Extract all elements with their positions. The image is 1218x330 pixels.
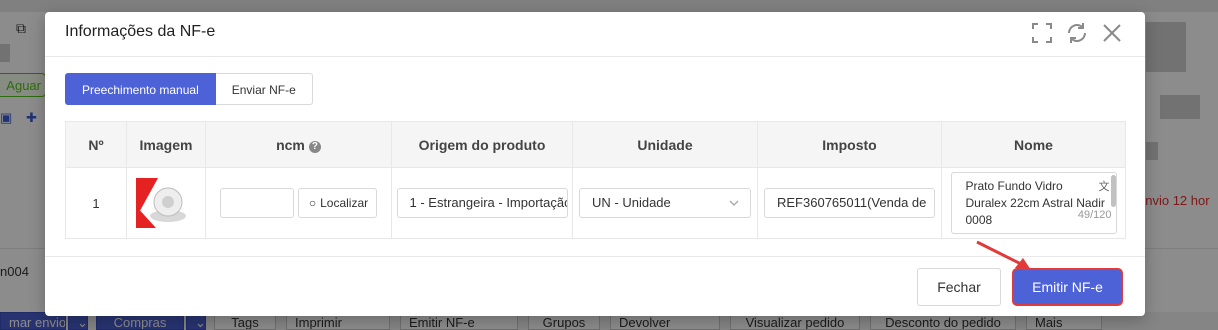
table-header-row: Nº Imagem ncm? Origem do produto Unidade… bbox=[65, 121, 1126, 168]
close-button[interactable]: Fechar bbox=[917, 268, 1001, 306]
header-unit: Unidade bbox=[572, 121, 758, 168]
ncm-input[interactable] bbox=[219, 188, 294, 218]
close-icon[interactable] bbox=[1100, 21, 1124, 45]
header-ncm: ncm? bbox=[205, 121, 392, 168]
emit-nfe-button[interactable]: Emitir NF-e bbox=[1012, 268, 1123, 306]
origin-select[interactable]: 1 - Estrangeira - Importação direta bbox=[396, 188, 568, 218]
name-textarea[interactable]: Prato Fundo Vidro Duralex 22cm Astral Na… bbox=[950, 172, 1117, 234]
nfe-info-modal: Informações da NF-e Preechimento manual … bbox=[45, 12, 1145, 316]
product-thumbnail bbox=[136, 178, 196, 228]
translate-icon[interactable]: 文 bbox=[1099, 179, 1110, 196]
header-origin: Origem do produto bbox=[391, 121, 573, 168]
refresh-icon[interactable] bbox=[1065, 21, 1089, 45]
modal-header: Informações da NF-e bbox=[45, 12, 1145, 57]
char-count: 49/120 bbox=[1077, 207, 1112, 224]
header-tax: Imposto bbox=[757, 121, 942, 168]
product-table: Nº Imagem ncm? Origem do produto Unidade… bbox=[65, 121, 1126, 239]
cell-num: 1 bbox=[65, 167, 127, 239]
unit-select-value: UN - Unidade bbox=[592, 195, 671, 210]
chevron-down-icon bbox=[729, 200, 739, 206]
locate-label: Localizar bbox=[320, 196, 369, 210]
header-ncm-label: ncm bbox=[276, 136, 305, 153]
modal-title: Informações da NF-e bbox=[65, 23, 216, 40]
tab-group: Preechimento manual Enviar NF-e bbox=[65, 73, 313, 105]
help-icon[interactable]: ? bbox=[308, 140, 321, 153]
tax-input[interactable]: REF360765011(Venda de bbox=[764, 188, 935, 218]
cell-tax: REF360765011(Venda de bbox=[757, 167, 942, 239]
tab-send-nfe[interactable]: Enviar NF-e bbox=[215, 73, 313, 105]
table-row: 1 ○ Localizar 1 - Estrangeira - Importaç… bbox=[65, 167, 1126, 239]
cell-image bbox=[126, 167, 206, 239]
cell-origin: 1 - Estrangeira - Importação direta bbox=[391, 167, 573, 239]
search-icon: ○ bbox=[308, 196, 317, 210]
unit-select[interactable]: UN - Unidade bbox=[579, 188, 751, 218]
header-num: Nº bbox=[65, 121, 127, 168]
fullscreen-icon[interactable] bbox=[1030, 21, 1054, 45]
scrollbar[interactable] bbox=[1110, 175, 1116, 207]
cell-ncm: ○ Localizar bbox=[205, 167, 392, 239]
cell-name: Prato Fundo Vidro Duralex 22cm Astral Na… bbox=[941, 167, 1126, 239]
header-image: Imagem bbox=[126, 121, 206, 168]
locate-button[interactable]: ○ Localizar bbox=[297, 188, 378, 218]
tab-manual-fill[interactable]: Preechimento manual bbox=[65, 73, 216, 105]
cell-unit: UN - Unidade bbox=[572, 167, 758, 239]
header-name: Nome bbox=[941, 121, 1126, 168]
